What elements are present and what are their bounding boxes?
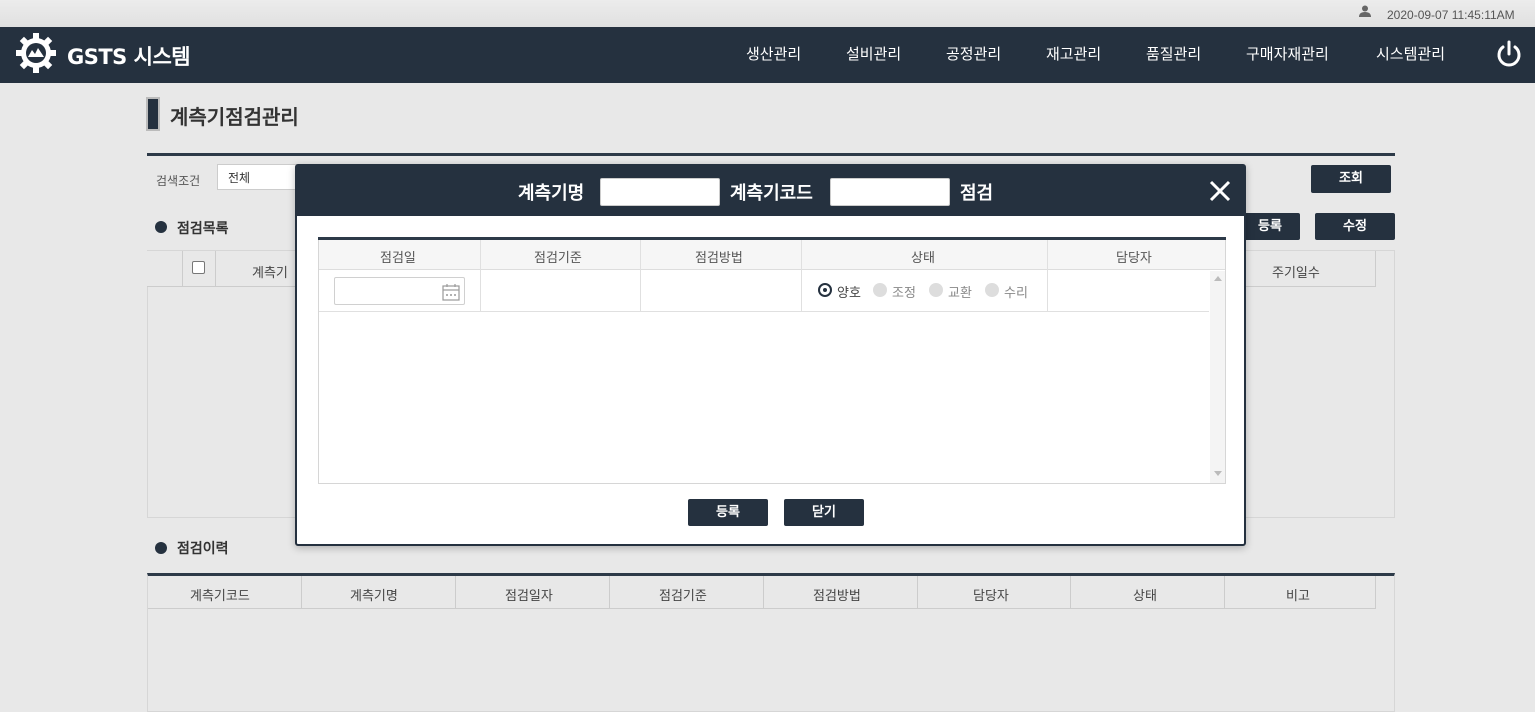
history-section-dot xyxy=(155,542,167,554)
search-condition-label: 검색조건 xyxy=(156,174,201,188)
list-col-header: 계측기 xyxy=(252,266,288,281)
modal-col-header: 담당자 xyxy=(1116,251,1152,266)
nav-production[interactable]: 생산관리 xyxy=(746,43,801,64)
modal-code-label: 계측기코드 xyxy=(730,183,813,204)
inspection-modal: 계측기명 계측기코드 점검 점검일 점검기준 점검방법 상태 담당자 양호 조정… xyxy=(295,164,1246,546)
history-col-divider xyxy=(301,576,302,609)
history-section-title: 점검이력 xyxy=(177,541,229,557)
history-col-header: 계측기코드 xyxy=(190,589,250,604)
search-select-value: 전체 xyxy=(228,171,251,185)
status-radio-adjust[interactable] xyxy=(873,283,887,297)
history-col-header: 담당자 xyxy=(973,589,1009,604)
history-col-divider xyxy=(1070,576,1071,609)
history-col-header: 비고 xyxy=(1286,589,1310,604)
power-icon[interactable] xyxy=(1494,39,1524,69)
modal-grid-scrollbar[interactable] xyxy=(1210,271,1225,483)
nav-quality[interactable]: 품질관리 xyxy=(1146,43,1201,64)
modal-inspection-grid: 점검일 점검기준 점검방법 상태 담당자 양호 조정 교환 수리 xyxy=(318,240,1226,484)
main-navbar: GSTS 시스템 생산관리 설비관리 공정관리 재고관리 품질관리 구매자재관리… xyxy=(0,27,1535,83)
history-col-header: 상태 xyxy=(1133,589,1157,604)
list-col-divider xyxy=(182,251,183,287)
list-section-dot xyxy=(155,221,167,233)
list-register-button[interactable]: 등록 xyxy=(1240,213,1300,240)
modal-register-button[interactable]: 등록 xyxy=(688,499,768,526)
history-grid-header xyxy=(148,576,1376,609)
query-button[interactable]: 조회 xyxy=(1311,165,1391,193)
status-radio-repair[interactable] xyxy=(985,283,999,297)
page-title: 계측기점검관리 xyxy=(170,105,299,129)
select-all-checkbox[interactable] xyxy=(192,261,205,274)
modal-name-label: 계측기명 xyxy=(518,183,585,204)
brand-title: GSTS 시스템 xyxy=(67,45,191,69)
list-section-title: 점검목록 xyxy=(177,221,229,237)
inspection-date-input[interactable] xyxy=(334,277,465,305)
history-col-header: 점검일자 xyxy=(505,589,553,604)
history-col-divider xyxy=(455,576,456,609)
nav-purchasing[interactable]: 구매자재관리 xyxy=(1246,43,1329,64)
modal-col-header: 점검방법 xyxy=(695,251,743,266)
history-col-divider xyxy=(763,576,764,609)
history-col-divider xyxy=(609,576,610,609)
nav-equipment[interactable]: 설비관리 xyxy=(846,43,901,64)
status-radio-replace[interactable] xyxy=(929,283,943,297)
calendar-icon[interactable] xyxy=(442,283,460,301)
instrument-name-field[interactable] xyxy=(600,178,720,206)
page-title-marker xyxy=(146,97,160,131)
nav-system[interactable]: 시스템관리 xyxy=(1376,43,1445,64)
gear-logo-icon xyxy=(16,33,56,73)
modal-col-header: 점검일 xyxy=(380,251,416,266)
instrument-code-field[interactable] xyxy=(830,178,950,206)
nav-process[interactable]: 공정관리 xyxy=(946,43,1001,64)
modal-col-header: 상태 xyxy=(911,251,935,266)
inspection-row: 양호 조정 교환 수리 xyxy=(319,271,1209,312)
top-info-strip: 2020-09-07 11:45:11AM xyxy=(0,0,1535,27)
current-datetime: 2020-09-07 11:45:11AM xyxy=(1387,8,1515,22)
modal-col-header: 점검기준 xyxy=(534,251,582,266)
history-col-header: 점검기준 xyxy=(659,589,707,604)
scroll-down-icon[interactable] xyxy=(1214,471,1222,476)
status-label-adjust: 조정 xyxy=(892,286,916,301)
status-radio-good[interactable] xyxy=(818,283,832,297)
history-col-header: 점검방법 xyxy=(813,589,861,604)
list-col-header: 주기일수 xyxy=(1272,266,1320,281)
user-icon xyxy=(1359,5,1371,17)
list-col-divider xyxy=(1375,251,1376,287)
modal-suffix-label: 점검 xyxy=(960,183,994,204)
history-col-header: 계측기명 xyxy=(350,589,398,604)
status-label-replace: 교환 xyxy=(948,286,972,301)
search-condition-select[interactable]: 전체 xyxy=(217,164,307,190)
scroll-up-icon[interactable] xyxy=(1214,276,1222,281)
list-col-divider xyxy=(215,251,216,287)
history-col-divider xyxy=(917,576,918,609)
list-edit-button[interactable]: 수정 xyxy=(1315,213,1395,240)
close-icon[interactable] xyxy=(1209,180,1231,202)
status-label-good: 양호 xyxy=(837,286,861,301)
modal-header: 계측기명 계측기코드 점검 xyxy=(297,166,1244,216)
nav-inventory[interactable]: 재고관리 xyxy=(1046,43,1101,64)
modal-grid-header: 점검일 점검기준 점검방법 상태 담당자 xyxy=(319,240,1225,270)
status-label-repair: 수리 xyxy=(1004,286,1028,301)
modal-close-button[interactable]: 닫기 xyxy=(784,499,864,526)
history-col-divider xyxy=(1224,576,1225,609)
history-col-divider xyxy=(1375,576,1376,609)
